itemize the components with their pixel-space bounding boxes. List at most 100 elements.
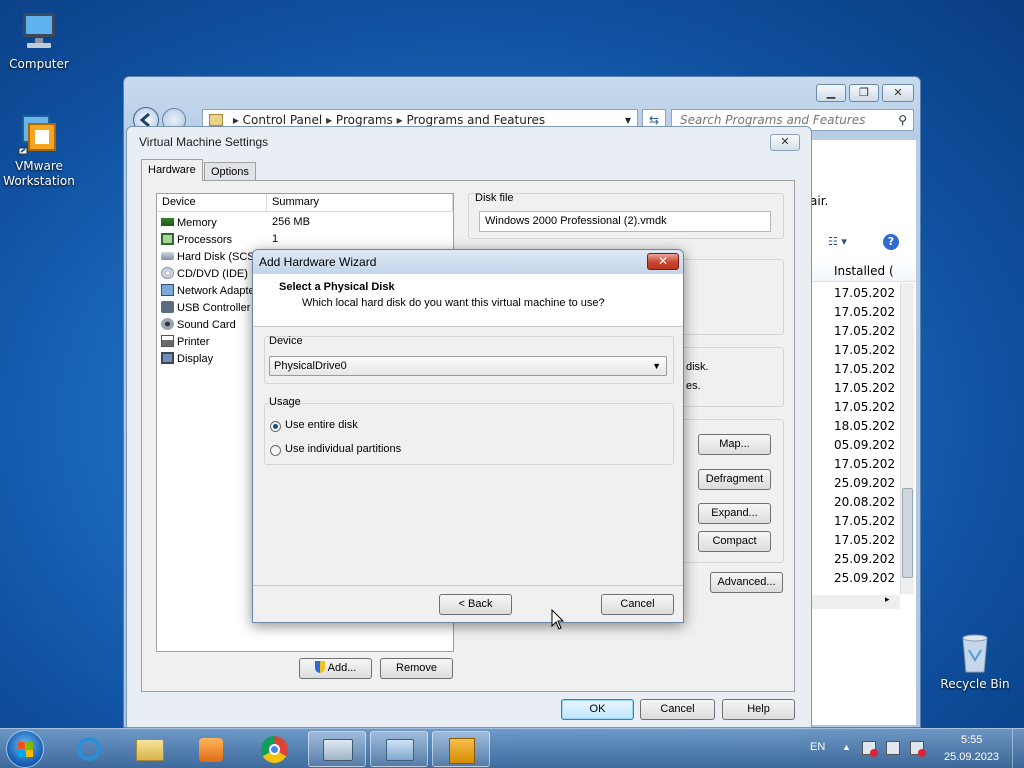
device-row-sound-card[interactable]: Sound Card (161, 317, 236, 334)
language-indicator[interactable]: EN (810, 741, 825, 753)
taskbar-control-panel[interactable] (370, 731, 428, 767)
folder-icon (136, 739, 164, 761)
breadcrumb-programs-and-features[interactable]: Programs and Features (406, 113, 545, 127)
back-button[interactable]: < Back (439, 594, 512, 615)
close-button[interactable]: ✕ (647, 253, 679, 270)
breadcrumb-programs[interactable]: Programs (336, 113, 393, 127)
installed-date: 17.05.202 (834, 514, 896, 528)
tab-options[interactable]: Options (204, 162, 256, 181)
column-header-summary[interactable]: Summary (267, 194, 453, 212)
close-button[interactable]: ✕ (882, 84, 914, 102)
breadcrumb-control-panel[interactable]: Control Panel (243, 113, 323, 127)
device-row-memory[interactable]: Memory (161, 215, 217, 232)
column-header-device[interactable]: Device (157, 194, 267, 212)
use-partitions-radio[interactable] (270, 445, 281, 456)
desktop-icon-label: Recycle Bin (940, 677, 1010, 691)
taskbar-explorer[interactable] (121, 731, 179, 767)
horizontal-scrollbar[interactable]: ▸ (810, 595, 900, 609)
search-icon: ⚲ (898, 113, 907, 127)
programs-list-pane: air. ☷ ▾ ? Installed ( 17.05.202 17.05.2… (810, 140, 916, 725)
add-button[interactable]: Add... (299, 658, 372, 679)
desktop-icon-vmware[interactable]: VMware Workstation (1, 112, 77, 189)
ok-button[interactable]: OK (561, 699, 634, 720)
cancel-button[interactable]: Cancel (640, 699, 715, 720)
show-hidden-icons-button[interactable]: ▲ (842, 742, 851, 752)
desktop-icon-label: VMware Workstation (3, 159, 75, 188)
display-icon (161, 352, 174, 364)
scroll-right-icon[interactable]: ▸ (885, 595, 890, 605)
column-header-installed[interactable]: Installed ( (810, 260, 916, 282)
clock-date[interactable]: 25.09.2023 (944, 751, 999, 763)
cd-dvd-icon (161, 267, 174, 279)
chevron-down-icon: ▼ (652, 361, 661, 371)
use-partitions-label[interactable]: Use individual partitions (285, 443, 401, 455)
wizard-divider (253, 585, 683, 586)
device-row-printer[interactable]: Printer (161, 334, 209, 351)
disk-file-field[interactable]: Windows 2000 Professional (2).vmdk (479, 211, 771, 232)
vertical-scrollbar[interactable] (900, 283, 914, 594)
installed-date: 17.05.202 (834, 324, 896, 338)
physical-drive-select[interactable]: PhysicalDrive0 ▼ (269, 356, 667, 376)
device-row-hard-disk[interactable]: Hard Disk (SCSI (161, 249, 258, 266)
close-button[interactable]: ✕ (770, 134, 800, 151)
taskbar-media-player[interactable] (182, 731, 240, 767)
internet-explorer-icon (77, 737, 101, 761)
network-icon[interactable] (886, 741, 900, 755)
printer-icon (161, 335, 174, 347)
start-button[interactable] (6, 730, 44, 768)
advanced-button[interactable]: Advanced... (710, 572, 783, 593)
expand-button[interactable]: Expand... (698, 503, 771, 524)
recycle-bin-icon (953, 630, 997, 674)
use-entire-disk-label[interactable]: Use entire disk (285, 419, 358, 431)
installed-date: 17.05.202 (834, 400, 896, 414)
action-center-icon[interactable] (862, 741, 878, 757)
desktop-icon-recycle-bin[interactable]: Recycle Bin (937, 630, 1013, 692)
tab-hardware[interactable]: Hardware (141, 159, 203, 181)
device-summary: 1 (272, 233, 279, 245)
device-row-network-adapter[interactable]: Network Adapte (161, 283, 255, 300)
wizard-header: Select a Physical Disk Which local hard … (253, 274, 683, 327)
device-row-cd-dvd[interactable]: CD/DVD (IDE) (161, 266, 248, 283)
installed-date: 17.05.202 (834, 362, 896, 376)
device-row-usb-controller[interactable]: USB Controller (161, 300, 250, 317)
help-icon[interactable]: ? (883, 234, 899, 250)
description-text: air. (810, 194, 829, 208)
map-button[interactable]: Map... (698, 434, 771, 455)
desktop-icon-computer[interactable]: Computer (1, 10, 77, 72)
scrollbar-thumb[interactable] (902, 488, 913, 578)
disk-info-text: disk. (686, 361, 709, 373)
taskbar-internet-explorer[interactable] (60, 731, 118, 767)
device-row-display[interactable]: Display (161, 351, 213, 368)
wizard-subheading: Which local hard disk do you want this v… (302, 297, 605, 309)
vmware-workstation-icon (17, 112, 61, 156)
device-row-processors[interactable]: Processors (161, 232, 232, 249)
views-icon[interactable]: ☷ ▾ (828, 235, 847, 248)
show-desktop-button[interactable] (1012, 729, 1024, 768)
wizard-titlebar: Add Hardware Wizard ✕ (253, 250, 683, 274)
installed-date: 17.05.202 (834, 286, 896, 300)
use-entire-disk-radio[interactable] (270, 421, 281, 432)
processor-icon (161, 233, 174, 245)
control-panel-icon (386, 739, 414, 761)
usage-group (264, 403, 674, 465)
clock-time[interactable]: 5:55 (961, 734, 982, 746)
restore-button[interactable]: ❐ (849, 84, 879, 102)
taskbar-on-screen-keyboard[interactable] (308, 731, 366, 767)
help-button[interactable]: Help (722, 699, 795, 720)
add-hardware-wizard-dialog: Add Hardware Wizard ✕ Select a Physical … (252, 249, 684, 623)
taskbar-vmware[interactable] (432, 731, 490, 767)
minimize-button[interactable]: ▁ (816, 84, 846, 102)
desktop-icon-label: Computer (9, 57, 69, 71)
taskbar-chrome[interactable] (245, 731, 303, 767)
cancel-button[interactable]: Cancel (601, 594, 674, 615)
compact-button[interactable]: Compact (698, 531, 771, 552)
wizard-heading: Select a Physical Disk (279, 281, 395, 293)
volume-icon[interactable] (910, 741, 926, 757)
device-label: Device (269, 335, 303, 347)
dialog-title: Virtual Machine Settings (139, 135, 269, 149)
remove-button[interactable]: Remove (380, 658, 453, 679)
keyboard-icon (323, 739, 353, 761)
view-toolbar: ☷ ▾ ? (810, 230, 916, 256)
installed-date: 05.09.202 (834, 438, 896, 452)
defragment-button[interactable]: Defragment (698, 469, 771, 490)
